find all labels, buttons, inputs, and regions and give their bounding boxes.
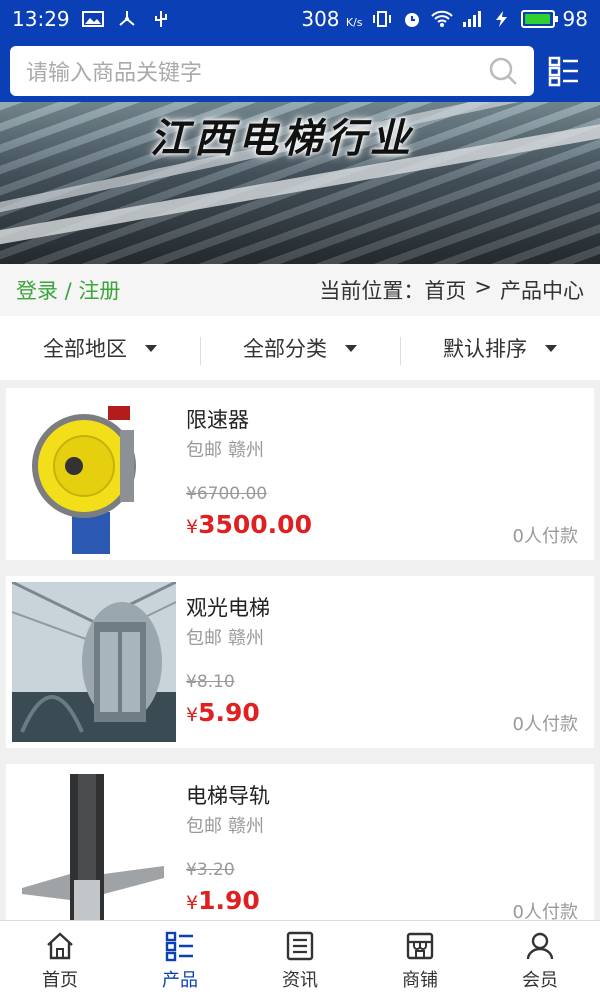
filter-sort[interactable]: 默认排序 [400, 333, 600, 365]
breadcrumb-current: 产品中心 [500, 279, 584, 303]
product-name[interactable]: 观光电梯 [186, 592, 270, 622]
image-icon [81, 11, 104, 27]
status-time: 13:29 [12, 7, 70, 31]
product-list[interactable]: 限速器 包邮 赣州 ¥6700.00 ¥3500.00 0人付款 观光电梯 包邮赣… [0, 380, 600, 920]
breadcrumb: 当前位置： 首页 > 产品中心 [319, 275, 584, 305]
news-icon [286, 931, 314, 960]
product-old-price: ¥8.10 [186, 672, 235, 692]
filter-sort-label: 默认排序 [443, 337, 527, 361]
product-image-speed-governor[interactable] [12, 394, 176, 554]
home-icon [47, 931, 73, 959]
tab-news[interactable]: 资讯 [240, 921, 360, 1000]
bottom-tab-bar: 首页 产品 资讯 商铺 会员 [0, 920, 600, 1000]
filter-region-label: 全部地区 [43, 337, 127, 361]
product-list-icon [165, 931, 193, 961]
wifi-icon [430, 10, 453, 27]
battery-icon [520, 10, 558, 28]
product-name[interactable]: 电梯导轨 [186, 780, 270, 810]
product-card[interactable]: 限速器 包邮 赣州 ¥6700.00 ¥3500.00 0人付款 [6, 388, 594, 560]
login-breadcrumb-bar: 登录 / 注册 当前位置： 首页 > 产品中心 [0, 264, 600, 316]
category-menu-icon[interactable] [548, 55, 580, 87]
net-speed: 308 K/s [301, 7, 363, 31]
tab-member-label: 会员 [522, 969, 558, 991]
product-paid-count: 0人付款 [512, 526, 578, 547]
battery-percent: 98 [562, 7, 588, 31]
search-icon[interactable] [488, 56, 518, 86]
signal-icon [462, 11, 481, 27]
caret-down-icon [345, 344, 357, 352]
filter-category-label: 全部分类 [243, 337, 327, 361]
breadcrumb-separator: > [474, 275, 492, 299]
caret-down-icon [545, 344, 557, 352]
tab-home-label: 首页 [42, 969, 78, 991]
product-price: ¥1.90 [186, 886, 260, 915]
product-paid-count: 0人付款 [512, 902, 578, 920]
tab-products[interactable]: 产品 [120, 921, 240, 1000]
charging-icon [495, 11, 507, 27]
tab-news-label: 资讯 [282, 969, 318, 991]
filter-region[interactable]: 全部地区 [0, 333, 200, 363]
search-input[interactable]: 请输入商品关键字 [10, 46, 534, 96]
product-card[interactable]: 电梯导轨 包邮 赣州 ¥3.20 ¥1.90 0人付款 [6, 764, 594, 920]
product-paid-count: 0人付款 [512, 714, 578, 735]
vibrate-icon [372, 11, 391, 27]
caret-down-icon [145, 344, 157, 352]
status-bar: 13:29 308 K/s 98 [0, 0, 600, 38]
filter-bar: 全部地区 全部分类 默认排序 [0, 316, 600, 380]
filter-category[interactable]: 全部分类 [200, 333, 400, 365]
tab-shop[interactable]: 商铺 [360, 921, 480, 1000]
usb-icon [154, 11, 167, 27]
shop-icon [406, 932, 434, 959]
breadcrumb-label: 当前位置： [319, 279, 425, 303]
product-old-price: ¥3.20 [186, 860, 235, 880]
product-image-guide-rail[interactable] [12, 770, 176, 920]
banner-title: 江西电梯行业 [150, 115, 414, 162]
search-placeholder: 请输入商品关键字 [26, 61, 203, 86]
product-shipping: 包邮 赣州 [186, 816, 264, 837]
member-icon [526, 932, 554, 959]
product-price: ¥5.90 [186, 698, 260, 727]
header: 请输入商品关键字 [0, 38, 600, 102]
tab-home[interactable]: 首页 [0, 921, 120, 1000]
product-image-sightseeing-elevator[interactable] [12, 582, 176, 742]
tab-products-label: 产品 [162, 969, 198, 991]
product-price: ¥3500.00 [186, 510, 312, 539]
product-card[interactable]: 观光电梯 包邮 赣州 ¥8.10 ¥5.90 0人付款 [6, 576, 594, 748]
tab-shop-label: 商铺 [402, 969, 438, 991]
share-icon [118, 11, 135, 26]
product-shipping: 包邮 赣州 [186, 440, 264, 461]
tab-member[interactable]: 会员 [480, 921, 600, 1000]
login-register-link[interactable]: 登录 / 注册 [16, 275, 120, 305]
product-shipping: 包邮 赣州 [186, 628, 264, 649]
product-name[interactable]: 限速器 [186, 404, 249, 434]
product-old-price: ¥6700.00 [186, 484, 268, 504]
breadcrumb-home[interactable]: 首页 [424, 275, 466, 305]
alarm-icon [404, 13, 419, 27]
